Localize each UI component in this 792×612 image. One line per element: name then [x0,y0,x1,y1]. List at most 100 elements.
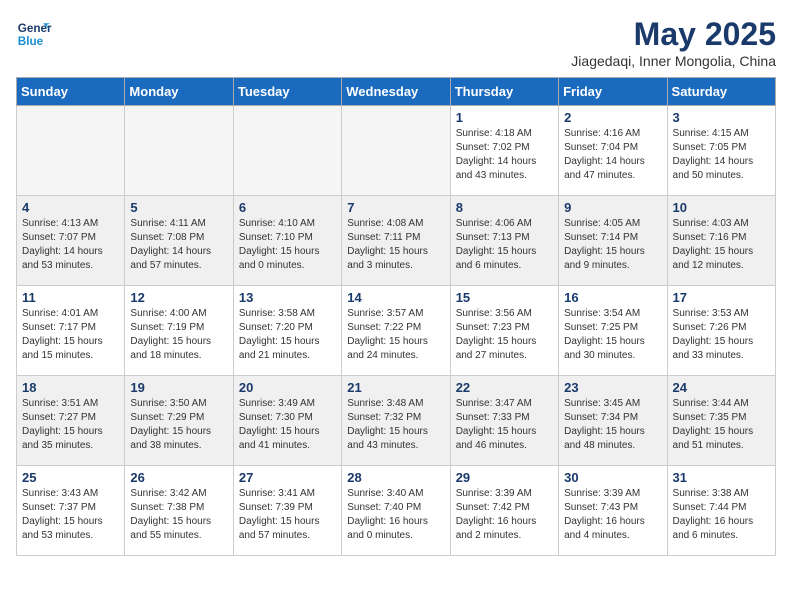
day-number: 3 [673,110,770,125]
cell-info: Sunrise: 3:50 AMSunset: 7:29 PMDaylight:… [130,397,227,453]
calendar-cell: 18 Sunrise: 3:51 AMSunset: 7:27 PMDayligh… [17,376,125,466]
calendar-cell: 24 Sunrise: 3:44 AMSunset: 7:35 PMDayligh… [667,376,775,466]
calendar-cell: 25 Sunrise: 3:43 AMSunset: 7:37 PMDayligh… [17,466,125,556]
calendar-cell: 30 Sunrise: 3:39 AMSunset: 7:43 PMDayligh… [559,466,667,556]
day-number: 2 [564,110,661,125]
weekday-header-row: SundayMondayTuesdayWednesdayThursdayFrid… [17,78,776,106]
cell-info: Sunrise: 3:57 AMSunset: 7:22 PMDaylight:… [347,307,444,363]
calendar-cell: 16 Sunrise: 3:54 AMSunset: 7:25 PMDayligh… [559,286,667,376]
calendar-cell: 9Sunrise: 4:05 AMSunset: 7:14 PMDaylight… [559,196,667,286]
day-number: 14 [347,290,444,305]
cell-info: Sunrise: 3:39 AMSunset: 7:42 PMDaylight:… [456,487,553,543]
cell-info: Sunrise: 3:54 AMSunset: 7:25 PMDaylight:… [564,307,661,363]
day-number: 21 [347,380,444,395]
calendar-cell: 27 Sunrise: 3:41 AMSunset: 7:39 PMDayligh… [233,466,341,556]
cell-info: Sunrise: 4:05 AMSunset: 7:14 PMDaylight:… [564,217,661,273]
weekday-header-saturday: Saturday [667,78,775,106]
calendar-cell: 19 Sunrise: 3:50 AMSunset: 7:29 PMDayligh… [125,376,233,466]
calendar-cell: 21 Sunrise: 3:48 AMSunset: 7:32 PMDayligh… [342,376,450,466]
title-area: May 2025 Jiagedaqi, Inner Mongolia, Chin… [571,16,776,69]
day-number: 31 [673,470,770,485]
cell-info: Sunrise: 3:44 AMSunset: 7:35 PMDaylight:… [673,397,770,453]
location: Jiagedaqi, Inner Mongolia, China [571,53,776,69]
day-number: 13 [239,290,336,305]
cell-info: Sunrise: 3:40 AMSunset: 7:40 PMDaylight:… [347,487,444,543]
calendar-cell: 6 Sunrise: 4:10 AMSunset: 7:10 PMDaylight… [233,196,341,286]
calendar-week-2: 4 Sunrise: 4:13 AMSunset: 7:07 PMDaylight… [17,196,776,286]
cell-info: Sunrise: 3:49 AMSunset: 7:30 PMDaylight:… [239,397,336,453]
cell-info: Sunrise: 4:11 AMSunset: 7:08 PMDaylight:… [130,217,227,273]
day-number: 19 [130,380,227,395]
calendar-table: SundayMondayTuesdayWednesdayThursdayFrid… [16,77,776,556]
calendar-cell [125,106,233,196]
day-number: 12 [130,290,227,305]
calendar-body: 1Sunrise: 4:18 AMSunset: 7:02 PMDaylight… [17,106,776,556]
calendar-cell: 22Sunrise: 3:47 AMSunset: 7:33 PMDayligh… [450,376,558,466]
cell-info: Sunrise: 3:53 AMSunset: 7:26 PMDaylight:… [673,307,770,363]
calendar-cell: 10 Sunrise: 4:03 AMSunset: 7:16 PMDayligh… [667,196,775,286]
day-number: 26 [130,470,227,485]
day-number: 30 [564,470,661,485]
cell-info: Sunrise: 3:41 AMSunset: 7:39 PMDaylight:… [239,487,336,543]
cell-info: Sunrise: 4:03 AMSunset: 7:16 PMDaylight:… [673,217,770,273]
day-number: 8 [456,200,553,215]
cell-info: Sunrise: 3:38 AMSunset: 7:44 PMDaylight:… [673,487,770,543]
day-number: 6 [239,200,336,215]
day-number: 10 [673,200,770,215]
calendar-cell: 3Sunrise: 4:15 AMSunset: 7:05 PMDaylight… [667,106,775,196]
cell-info: Sunrise: 3:43 AMSunset: 7:37 PMDaylight:… [22,487,119,543]
calendar-cell: 15Sunrise: 3:56 AMSunset: 7:23 PMDayligh… [450,286,558,376]
cell-info: Sunrise: 3:45 AMSunset: 7:34 PMDaylight:… [564,397,661,453]
day-number: 18 [22,380,119,395]
cell-info: Sunrise: 3:39 AMSunset: 7:43 PMDaylight:… [564,487,661,543]
cell-info: Sunrise: 4:10 AMSunset: 7:10 PMDaylight:… [239,217,336,273]
day-number: 16 [564,290,661,305]
logo-icon: General Blue [16,16,52,52]
weekday-header-thursday: Thursday [450,78,558,106]
calendar-cell [233,106,341,196]
day-number: 24 [673,380,770,395]
calendar-cell: 29 Sunrise: 3:39 AMSunset: 7:42 PMDayligh… [450,466,558,556]
weekday-header-monday: Monday [125,78,233,106]
cell-info: Sunrise: 4:16 AMSunset: 7:04 PMDaylight:… [564,127,661,183]
day-number: 25 [22,470,119,485]
day-number: 27 [239,470,336,485]
cell-info: Sunrise: 3:48 AMSunset: 7:32 PMDaylight:… [347,397,444,453]
calendar-cell: 26 Sunrise: 3:42 AMSunset: 7:38 PMDayligh… [125,466,233,556]
calendar-cell: 4 Sunrise: 4:13 AMSunset: 7:07 PMDaylight… [17,196,125,286]
calendar-cell: 23Sunrise: 3:45 AMSunset: 7:34 PMDayligh… [559,376,667,466]
cell-info: Sunrise: 4:00 AMSunset: 7:19 PMDaylight:… [130,307,227,363]
day-number: 15 [456,290,553,305]
calendar-week-1: 1Sunrise: 4:18 AMSunset: 7:02 PMDaylight… [17,106,776,196]
cell-info: Sunrise: 3:51 AMSunset: 7:27 PMDaylight:… [22,397,119,453]
calendar-cell [17,106,125,196]
day-number: 29 [456,470,553,485]
day-number: 7 [347,200,444,215]
day-number: 11 [22,290,119,305]
cell-info: Sunrise: 4:13 AMSunset: 7:07 PMDaylight:… [22,217,119,273]
cell-info: Sunrise: 4:18 AMSunset: 7:02 PMDaylight:… [456,127,553,183]
calendar-cell: 17Sunrise: 3:53 AMSunset: 7:26 PMDayligh… [667,286,775,376]
page-header: General Blue May 2025 Jiagedaqi, Inner M… [16,16,776,69]
calendar-cell: 20 Sunrise: 3:49 AMSunset: 7:30 PMDayligh… [233,376,341,466]
calendar-cell: 11 Sunrise: 4:01 AMSunset: 7:17 PMDayligh… [17,286,125,376]
calendar-cell: 13Sunrise: 3:58 AMSunset: 7:20 PMDayligh… [233,286,341,376]
cell-info: Sunrise: 3:42 AMSunset: 7:38 PMDaylight:… [130,487,227,543]
weekday-header-tuesday: Tuesday [233,78,341,106]
calendar-cell: 8Sunrise: 4:06 AMSunset: 7:13 PMDaylight… [450,196,558,286]
month-title: May 2025 [571,16,776,53]
calendar-week-3: 11 Sunrise: 4:01 AMSunset: 7:17 PMDayligh… [17,286,776,376]
calendar-cell: 12 Sunrise: 4:00 AMSunset: 7:19 PMDayligh… [125,286,233,376]
day-number: 22 [456,380,553,395]
calendar-cell: 5Sunrise: 4:11 AMSunset: 7:08 PMDaylight… [125,196,233,286]
calendar-cell: 1Sunrise: 4:18 AMSunset: 7:02 PMDaylight… [450,106,558,196]
calendar-cell: 7Sunrise: 4:08 AMSunset: 7:11 PMDaylight… [342,196,450,286]
calendar-cell: 2 Sunrise: 4:16 AMSunset: 7:04 PMDaylight… [559,106,667,196]
calendar-week-5: 25 Sunrise: 3:43 AMSunset: 7:37 PMDayligh… [17,466,776,556]
svg-text:Blue: Blue [18,35,44,48]
cell-info: Sunrise: 4:01 AMSunset: 7:17 PMDaylight:… [22,307,119,363]
day-number: 20 [239,380,336,395]
day-number: 4 [22,200,119,215]
calendar-cell [342,106,450,196]
calendar-week-4: 18 Sunrise: 3:51 AMSunset: 7:27 PMDayligh… [17,376,776,466]
